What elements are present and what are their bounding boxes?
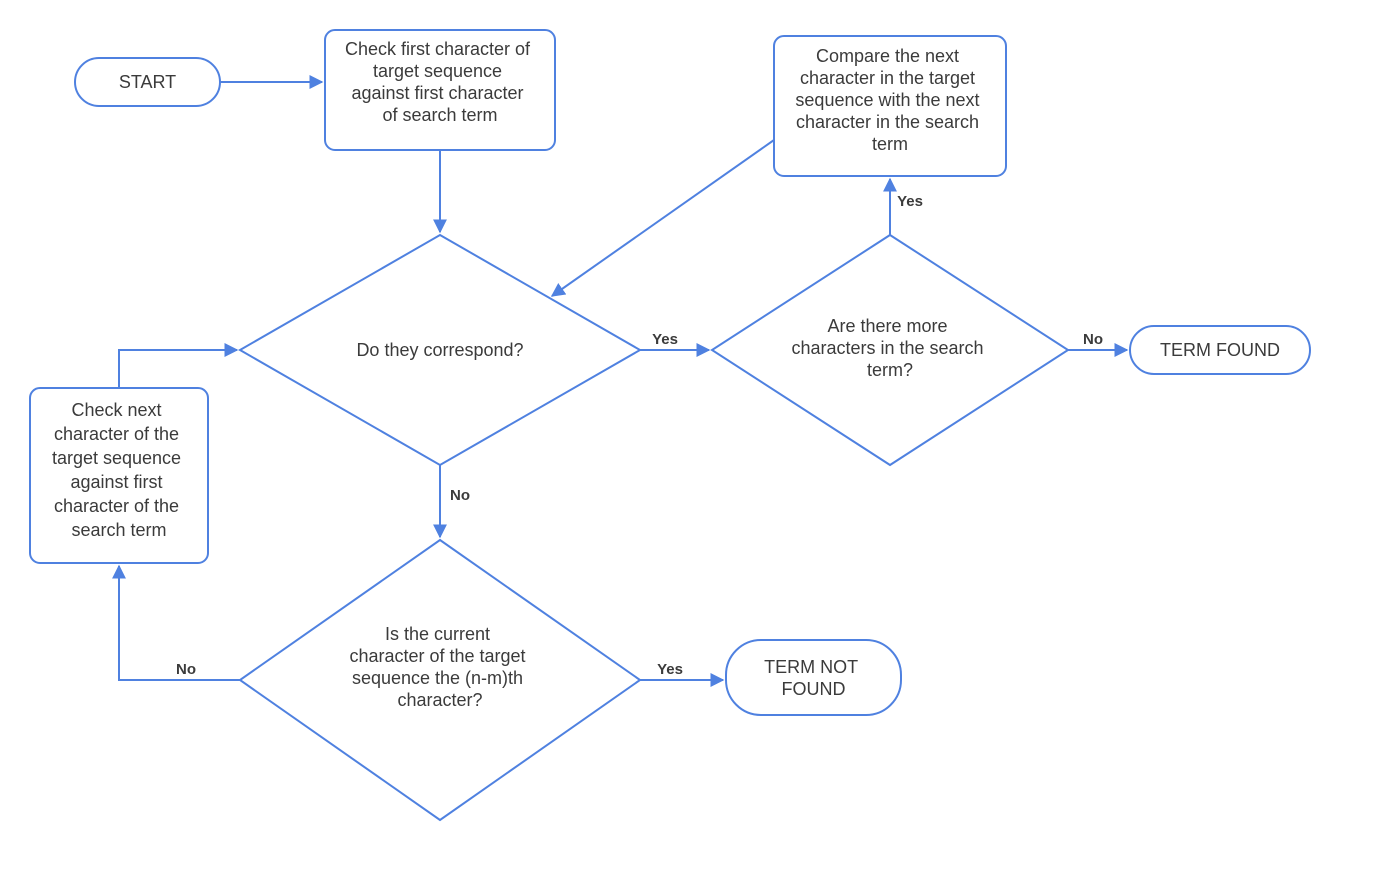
do-correspond-label: Do they correspond?	[356, 340, 523, 360]
edge-isnm-termnotfound-label: Yes	[657, 661, 683, 678]
check-next-node: Check next character of the target seque…	[30, 388, 208, 563]
check-first-node: Check first character of target sequence…	[325, 30, 555, 150]
edge-correspond-morechars-label: Yes	[652, 331, 678, 348]
start-label: START	[119, 72, 176, 92]
compare-next-node: Compare the next character in the target…	[774, 36, 1006, 176]
more-chars-node: Are there more characters in the search …	[712, 235, 1068, 465]
edge-isnm-checknext-label: No	[176, 661, 196, 678]
term-found-node: TERM FOUND	[1130, 326, 1310, 374]
term-not-found-node: TERM NOT FOUND	[726, 640, 901, 715]
edge-checknext-correspond	[119, 350, 237, 388]
edge-comparenext-correspond	[552, 140, 774, 296]
edge-morechars-termfound-label: No	[1083, 331, 1103, 348]
edge-morechars-comparenext-label: Yes	[897, 193, 923, 210]
edge-correspond-isnm-label: No	[450, 487, 470, 504]
is-nm-node: Is the current character of the target s…	[240, 540, 640, 820]
flowchart: START Check first character of target se…	[0, 0, 1380, 883]
do-correspond-node: Do they correspond?	[240, 235, 640, 465]
term-found-label: TERM FOUND	[1160, 340, 1280, 360]
start-node: START	[75, 58, 220, 106]
